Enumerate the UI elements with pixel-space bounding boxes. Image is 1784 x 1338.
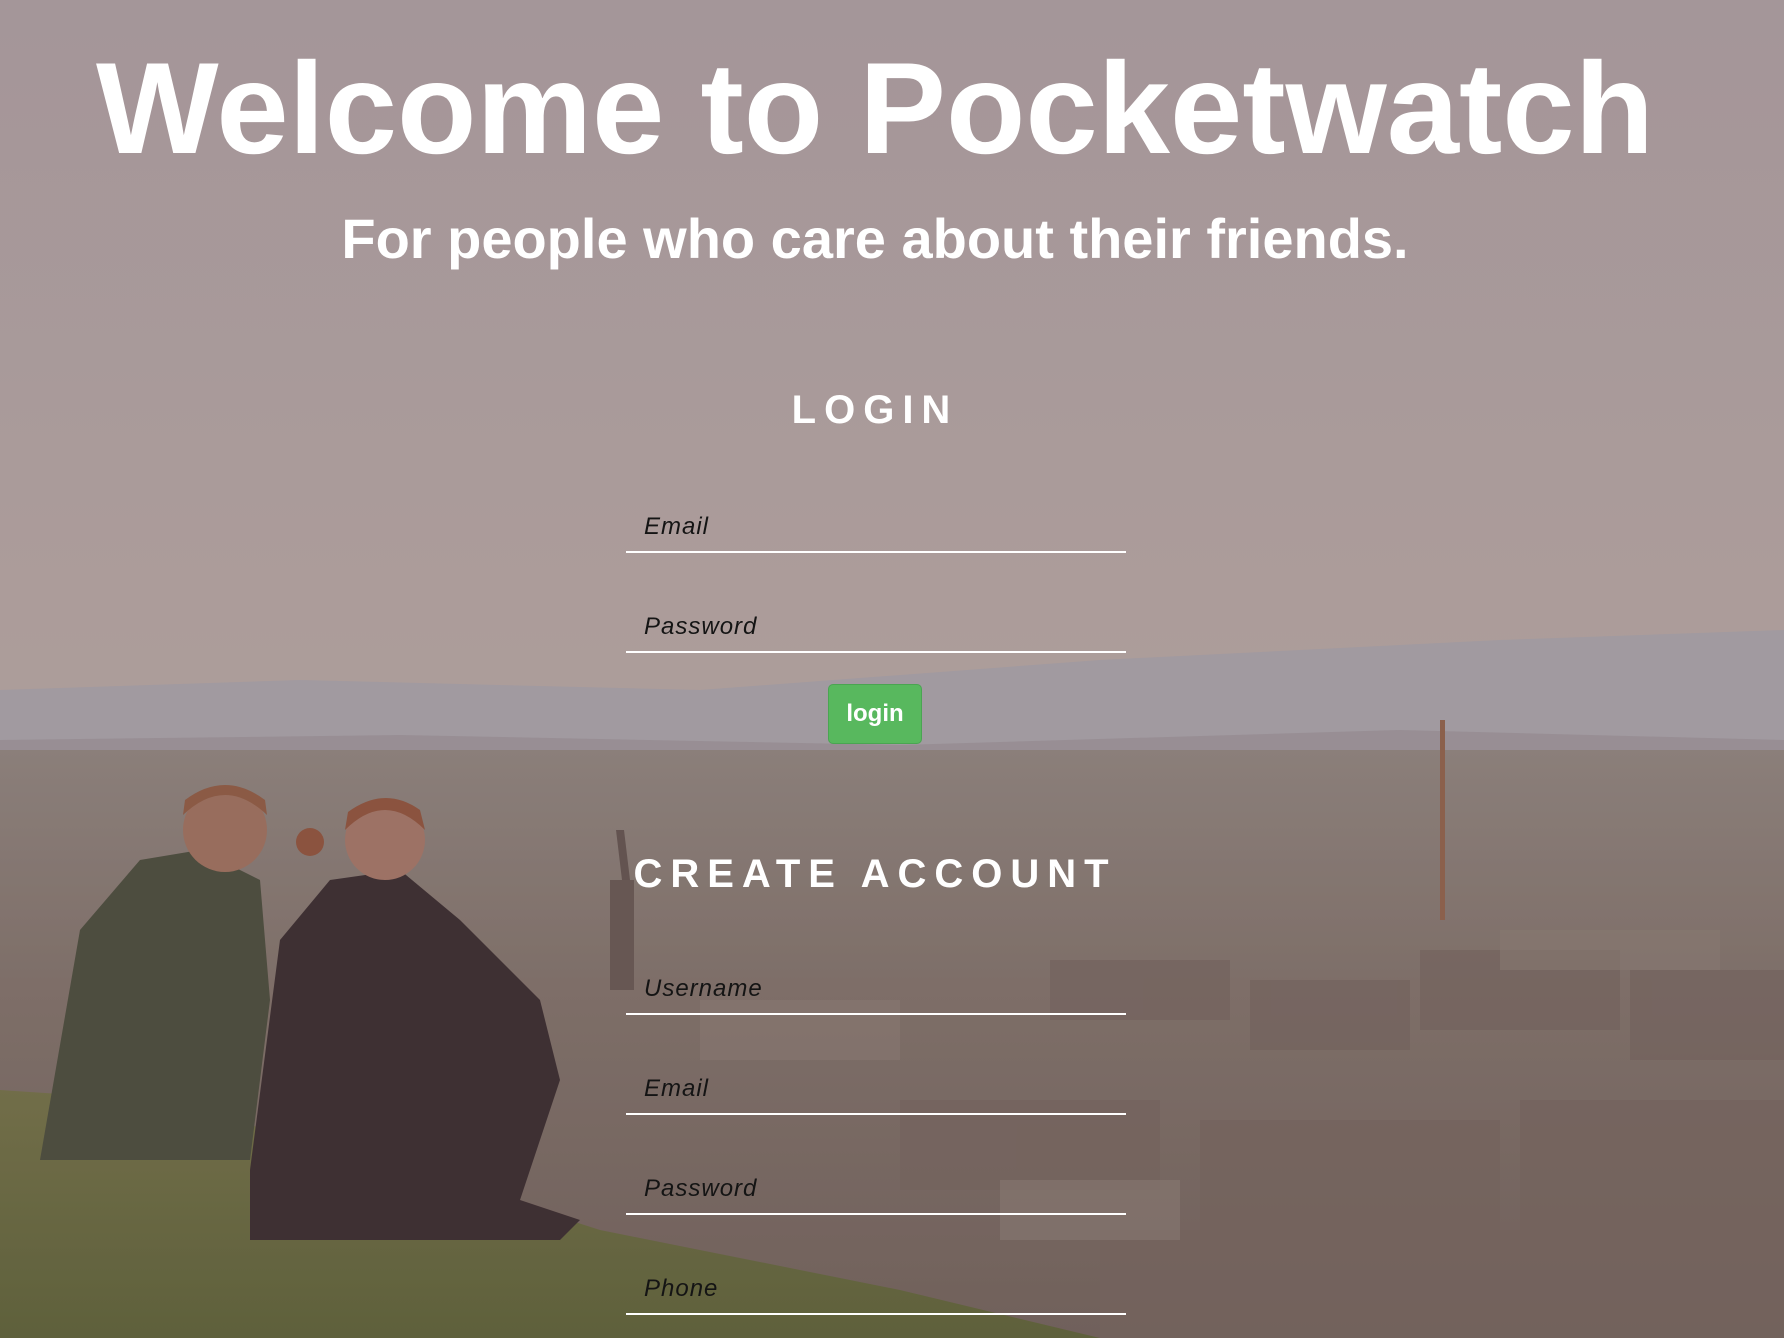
create-phone-field[interactable] bbox=[626, 1265, 1126, 1315]
page-title: Welcome to Pocketwatch bbox=[95, 35, 1655, 181]
landing-content: Welcome to Pocketwatch For people who ca… bbox=[0, 0, 1784, 1338]
login-heading: LOGIN bbox=[791, 388, 959, 432]
create-username-field[interactable] bbox=[626, 965, 1126, 1015]
login-password-field[interactable] bbox=[626, 603, 1126, 653]
create-email-field[interactable] bbox=[626, 1065, 1126, 1115]
login-email-field[interactable] bbox=[626, 503, 1126, 553]
create-account-heading: CREATE ACCOUNT bbox=[633, 852, 1117, 896]
login-button[interactable]: login bbox=[828, 684, 922, 744]
page-subtitle: For people who care about their friends. bbox=[341, 207, 1409, 270]
create-password-field[interactable] bbox=[626, 1165, 1126, 1215]
